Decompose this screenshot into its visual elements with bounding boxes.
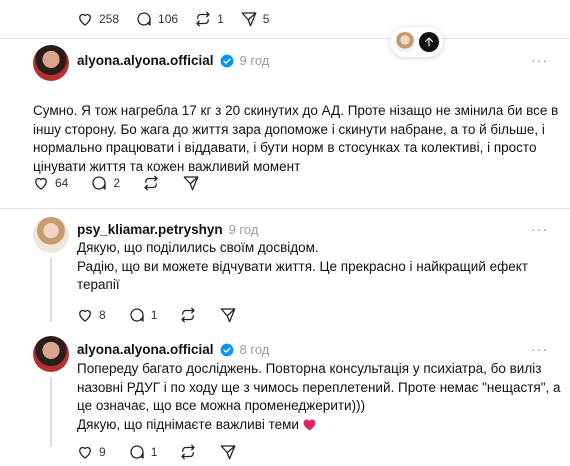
avatar[interactable] — [33, 217, 69, 253]
comment-icon — [92, 176, 106, 190]
verified-icon — [220, 54, 233, 67]
text-line: це означає, що все можна променеджерити)… — [77, 398, 366, 413]
divider — [0, 208, 570, 209]
like-count: 258 — [99, 12, 120, 26]
reply-header: psy_kliamar.petryshyn 9 год — [77, 222, 258, 237]
avatar[interactable] — [33, 45, 69, 81]
share-button[interactable] — [182, 174, 200, 192]
comment-icon — [137, 12, 151, 26]
repost-icon — [196, 11, 210, 27]
like-button[interactable]: 64 — [32, 174, 68, 192]
text-line: Попереду багато досліджень. Повторна кон… — [77, 361, 542, 376]
top-action-bar: 258 106 1 5 — [76, 10, 285, 28]
heart-icon — [79, 309, 91, 322]
heart-emoji-icon — [303, 419, 316, 430]
mini-avatar — [395, 32, 415, 52]
arrow-up-icon — [424, 37, 434, 47]
share-icon — [241, 12, 257, 27]
share-button[interactable]: 5 — [240, 10, 270, 28]
reply-count: 2 — [113, 176, 121, 190]
username[interactable]: psy_kliamar.petryshyn — [77, 222, 223, 237]
timestamp: 8 год — [239, 342, 270, 357]
post-action-bar: 64 2 — [32, 174, 222, 192]
share-button[interactable] — [219, 306, 237, 324]
reply-action-bar: 9 1 — [76, 443, 259, 461]
heart-icon — [35, 177, 47, 190]
share-button[interactable] — [219, 443, 237, 461]
post-header: alyona.alyona.official 9 год — [77, 53, 269, 68]
heart-icon — [79, 13, 91, 26]
post-text: Сумно. Я тож нагребла 17 кг з 20 скинути… — [33, 102, 558, 176]
avatar[interactable] — [33, 336, 69, 372]
share-icon — [220, 445, 236, 460]
timestamp: 9 год — [239, 53, 270, 68]
like-count: 8 — [99, 308, 106, 322]
text-line: Дякую, що піднімаєте важливі теми — [77, 416, 561, 435]
repost-button[interactable] — [179, 306, 197, 324]
reply-action-bar: 8 1 — [76, 306, 259, 324]
more-options-icon[interactable]: ··· — [531, 341, 548, 357]
repost-count: 1 — [217, 12, 224, 26]
like-button[interactable]: 9 — [76, 443, 106, 461]
text-line: Дякую, що поділились своїм досвідом. — [77, 240, 319, 255]
repost-icon — [144, 175, 158, 191]
reply-header: alyona.alyona.official 8 год — [77, 342, 269, 357]
text-line: Сумно. Я тож нагребла 17 кг з 20 скинути… — [33, 103, 559, 118]
text-line: іншу сторону. Бо жага до життя зара допо… — [33, 121, 545, 137]
arrow-up-button[interactable] — [419, 32, 439, 52]
username[interactable]: alyona.alyona.official — [77, 342, 214, 357]
comment-icon — [130, 308, 144, 322]
like-button[interactable]: 8 — [76, 306, 106, 324]
text-line-content: Дякую, що піднімаєте важливі теми — [77, 416, 299, 432]
comment-icon — [130, 445, 144, 459]
more-options-icon[interactable]: ··· — [531, 221, 548, 237]
username[interactable]: alyona.alyona.official — [77, 53, 214, 68]
reply-button[interactable]: 1 — [128, 443, 158, 461]
text-line: Радію, що ви можете відчувати життя. Це … — [77, 258, 528, 274]
repost-icon — [181, 307, 196, 323]
divider — [0, 38, 570, 39]
timestamp: 9 год — [228, 222, 259, 237]
reply-text: Попереду багато досліджень. Повторна кон… — [77, 360, 561, 434]
scroll-to-top-button[interactable] — [390, 27, 443, 57]
like-count: 64 — [55, 176, 69, 190]
share-icon — [183, 176, 199, 191]
reply-button[interactable]: 2 — [90, 174, 120, 192]
like-button[interactable]: 258 — [76, 10, 119, 28]
verified-icon — [220, 343, 233, 356]
reply-count: 1 — [150, 308, 158, 322]
reply-button[interactable]: 1 — [128, 306, 158, 324]
share-icon — [220, 308, 236, 323]
more-options-icon[interactable]: ··· — [531, 52, 548, 68]
reply-count: 1 — [150, 445, 158, 459]
repost-icon — [181, 444, 196, 460]
thread-line — [50, 258, 52, 322]
share-count: 5 — [262, 12, 270, 26]
repost-button[interactable] — [142, 174, 160, 192]
text-line: нормально працювати і віддавати, і бути … — [33, 140, 537, 155]
reply-text: Дякую, що поділились своїм досвідом. Рад… — [77, 239, 528, 295]
repost-button[interactable] — [179, 443, 197, 461]
text-line: терапії — [77, 277, 120, 292]
reply-button[interactable]: 106 — [135, 10, 178, 28]
heart-icon — [79, 446, 91, 459]
repost-button[interactable]: 1 — [194, 10, 224, 28]
reply-count: 106 — [158, 12, 179, 26]
like-count: 9 — [99, 445, 106, 459]
text-line: назовні РДУГ і по ходу ще з чимось переп… — [77, 379, 561, 395]
thread-line — [50, 377, 52, 447]
